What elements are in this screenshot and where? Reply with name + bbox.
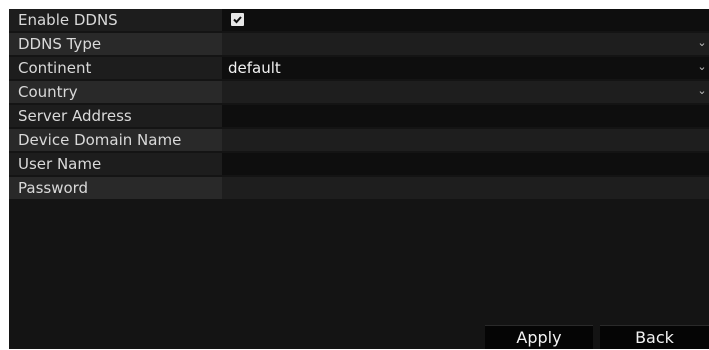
password-field[interactable] [222,177,709,199]
user-name-label: User Name [9,153,222,175]
enable-ddns-field [222,9,709,31]
country-select[interactable]: ⌄ [222,81,709,103]
continent-value: default [228,59,281,77]
row-continent: Continent default ⌄ [9,57,709,79]
device-domain-name-field[interactable] [222,129,709,151]
server-address-label: Server Address [9,105,222,127]
ddns-type-select[interactable]: ⌄ [222,33,709,55]
ddns-settings-panel: Enable DDNS DDNS Type ⌄ Continent defaul… [9,9,709,349]
device-domain-name-label: Device Domain Name [9,129,222,151]
row-password: Password [9,177,709,199]
user-name-field[interactable] [222,153,709,175]
row-device-domain-name: Device Domain Name [9,129,709,151]
chevron-down-icon[interactable]: ⌄ [697,58,707,76]
row-country: Country ⌄ [9,81,709,103]
row-ddns-type: DDNS Type ⌄ [9,33,709,55]
row-user-name: User Name [9,153,709,175]
ddns-type-label: DDNS Type [9,33,222,55]
chevron-down-icon[interactable]: ⌄ [697,34,707,52]
apply-button[interactable]: Apply [485,325,593,349]
row-enable-ddns: Enable DDNS [9,9,709,31]
continent-select[interactable]: default ⌄ [222,57,709,79]
enable-ddns-checkbox[interactable] [231,13,244,26]
country-label: Country [9,81,222,103]
chevron-down-icon[interactable]: ⌄ [697,82,707,100]
password-label: Password [9,177,222,199]
server-address-field[interactable] [222,105,709,127]
back-button[interactable]: Back [600,325,709,349]
check-icon [233,16,242,24]
row-server-address: Server Address [9,105,709,127]
enable-ddns-label: Enable DDNS [9,9,222,31]
continent-label: Continent [9,57,222,79]
